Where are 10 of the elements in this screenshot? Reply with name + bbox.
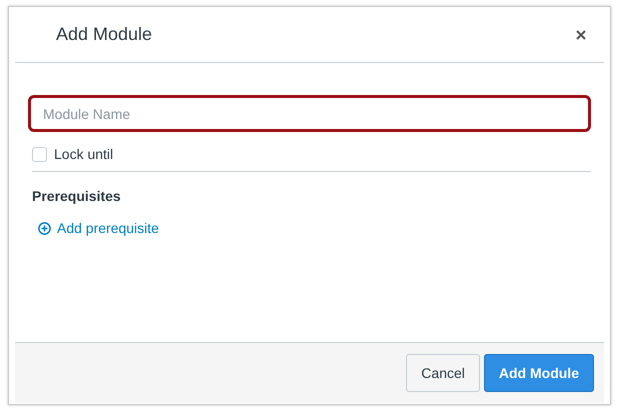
section-heading: Prerequisites <box>32 188 122 204</box>
add-prerequisite-link[interactable]: Add prerequisite <box>38 220 159 236</box>
checkbox-label: Lock until <box>54 146 114 162</box>
cancel-button[interactable]: Cancel <box>406 354 480 392</box>
close-icon[interactable] <box>576 30 586 40</box>
dialog-title: Add Module <box>56 24 152 45</box>
add-module-button[interactable]: Add Module <box>484 354 594 392</box>
checkbox[interactable] <box>32 146 47 162</box>
module-name-field[interactable]: Module Name <box>28 95 591 132</box>
plus-circle-icon <box>38 222 51 234</box>
